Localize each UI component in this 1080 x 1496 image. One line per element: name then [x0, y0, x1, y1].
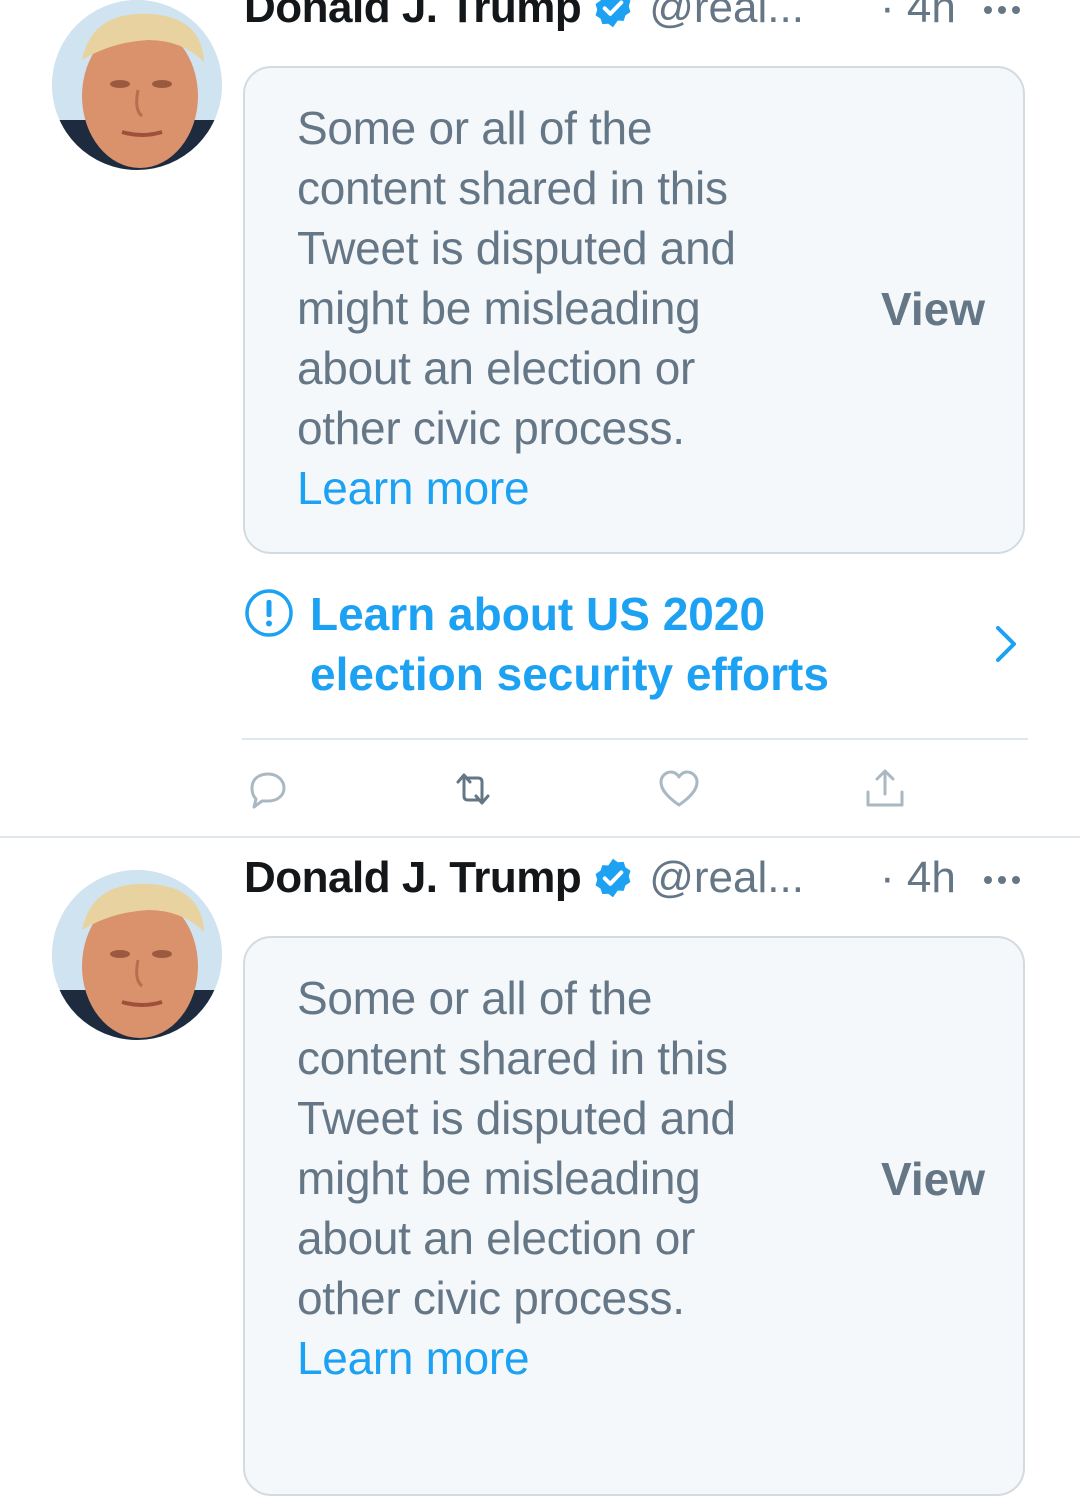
- notice-line: might be misleading: [297, 1152, 701, 1204]
- disputed-notice-card[interactable]: Some or all of the content shared in thi…: [243, 936, 1025, 1496]
- tweet-header: Donald J. Trump @real...: [244, 0, 804, 38]
- divider: [242, 738, 1028, 740]
- notice-line: content shared in this: [297, 1032, 728, 1084]
- chevron-right-icon: [996, 626, 1016, 662]
- learn-more-link[interactable]: Learn more: [297, 458, 797, 518]
- author-handle[interactable]: @real...: [649, 0, 804, 33]
- more-options-icon[interactable]: [984, 874, 1024, 886]
- avatar[interactable]: [52, 0, 222, 170]
- avatar[interactable]: [52, 870, 222, 1040]
- author-name[interactable]: Donald J. Trump: [244, 0, 582, 33]
- election-info-link[interactable]: Learn about US 2020 election security ef…: [244, 584, 1028, 714]
- notice-line: about an election or: [297, 1212, 696, 1264]
- notice-line: Tweet is disputed and: [297, 1092, 736, 1144]
- author-handle[interactable]: @real...: [649, 853, 804, 903]
- notice-line: other civic process.: [297, 1272, 685, 1324]
- verified-badge-icon: [595, 0, 631, 28]
- view-button[interactable]: View: [881, 1152, 985, 1206]
- notice-line: about an election or: [297, 342, 696, 394]
- learn-more-link[interactable]: Learn more: [297, 1328, 797, 1388]
- notice-line: Tweet is disputed and: [297, 222, 736, 274]
- reply-icon[interactable]: [244, 766, 290, 812]
- share-icon[interactable]: [862, 766, 908, 812]
- notice-line: content shared in this: [297, 162, 728, 214]
- notice-line: Some or all of the: [297, 102, 653, 154]
- notice-line: might be misleading: [297, 282, 701, 334]
- tweet-header: Donald J. Trump @real...: [244, 848, 804, 908]
- notice-line: Some or all of the: [297, 972, 653, 1024]
- election-link-text: Learn about US 2020 election security ef…: [310, 584, 829, 704]
- notice-text: Some or all of the content shared in thi…: [297, 968, 797, 1388]
- view-button[interactable]: View: [881, 282, 985, 336]
- author-name[interactable]: Donald J. Trump: [244, 853, 582, 903]
- exclamation-circle-icon: [245, 589, 293, 637]
- avatar-image: [52, 0, 222, 170]
- like-icon[interactable]: [656, 766, 702, 812]
- election-link-line: election security efforts: [310, 648, 829, 700]
- retweet-icon[interactable]: [450, 766, 496, 812]
- notice-text: Some or all of the content shared in thi…: [297, 98, 797, 518]
- disputed-notice-card[interactable]: Some or all of the content shared in thi…: [243, 66, 1025, 554]
- verified-badge-icon: [595, 858, 631, 898]
- tweet[interactable]: Donald J. Trump @real... · 4h Some or al…: [0, 853, 1080, 1496]
- tweet-actions: [244, 766, 1028, 816]
- tweet[interactable]: Donald J. Trump @real... · 4h Some or al…: [0, 0, 1080, 838]
- tweet-separator: [0, 836, 1080, 838]
- tweet-timestamp[interactable]: · 4h: [880, 0, 956, 38]
- election-link-line: Learn about US 2020: [310, 588, 766, 640]
- avatar-image: [52, 870, 222, 1040]
- notice-line: other civic process.: [297, 402, 685, 454]
- tweet-timestamp[interactable]: · 4h: [880, 848, 956, 908]
- more-options-icon[interactable]: [984, 4, 1024, 16]
